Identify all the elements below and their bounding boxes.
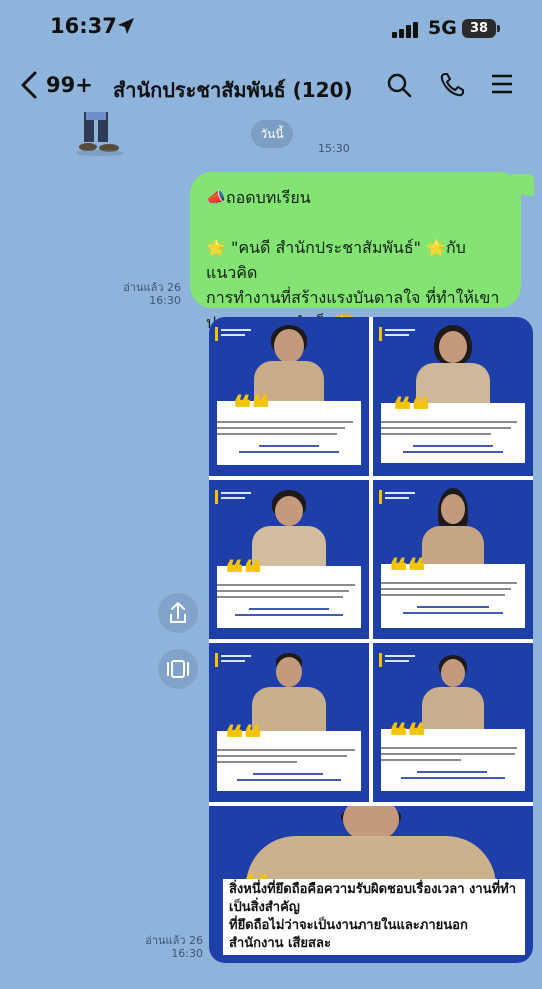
read-status: อ่านแล้ว 26 — [145, 934, 203, 947]
read-status: อ่านแล้ว 26 — [123, 281, 181, 294]
caption-line: ที่ยึดถือไม่ว่าจะเป็นงานภายในและภายนอกสำ… — [229, 918, 468, 951]
album-photo-5[interactable]: ❝❝ — [209, 643, 369, 802]
date-chip: วันนี้ — [251, 120, 293, 148]
album-photo-3[interactable]: ❝❝ — [209, 480, 369, 639]
message-line: 🌟 "คนดี สำนักประชาสัมพันธ์" 🌟กับแนวคิด — [206, 238, 466, 282]
message-time: 16:30 — [149, 294, 181, 307]
message-bubble[interactable]: 📣ถอดบทเรียน 🌟 "คนดี สำนักประชาสัมพันธ์" … — [190, 172, 521, 332]
unread-count[interactable]: 99+ — [46, 73, 93, 97]
album-photo-6[interactable]: ❝❝ — [373, 643, 533, 802]
menu-icon[interactable] — [490, 72, 514, 96]
message-line: การทำงานที่สร้างแรงบันดาลใจ ที่ทำให้เขา — [206, 288, 500, 307]
sticker-timestamp: 15:30 — [318, 142, 350, 155]
gallery-icon — [167, 660, 189, 678]
status-bar: 16:37 5G 38 — [0, 0, 542, 60]
network-type: 5G — [428, 17, 457, 39]
cellular-signal-icon — [392, 22, 418, 38]
album-photo-2[interactable]: ❝❝ — [373, 317, 533, 476]
album-photo-4[interactable]: ❝❝ — [373, 480, 533, 639]
album-photo-7[interactable]: ❝ สิ่งหนึ่งที่ยึดถือคือความรับผิดชอบเรื่… — [209, 806, 533, 963]
album-caption: สิ่งหนึ่งที่ยึดถือคือความรับผิดชอบเรื่อง… — [223, 879, 525, 955]
message-line: 📣ถอดบทเรียน — [206, 188, 311, 207]
phone-icon[interactable] — [439, 72, 465, 98]
status-time: 16:37 — [50, 14, 117, 38]
album-meta: อ่านแล้ว 26 16:30 — [140, 934, 203, 960]
share-icon — [170, 602, 186, 623]
share-button[interactable] — [158, 593, 198, 633]
photo-album[interactable]: ❝❝ ❝❝ ❝❝ ❝❝ ❝❝ ❝❝ สิ่งหนึ่งที่ยึดถือคือค… — [209, 317, 533, 963]
chat-title[interactable]: สำนักประชาสัมพันธ์ (120) — [113, 74, 353, 106]
sticker-image[interactable] — [72, 112, 132, 157]
battery-icon: 38 — [462, 19, 496, 38]
search-icon[interactable] — [386, 72, 412, 98]
back-chevron-icon[interactable] — [18, 70, 40, 100]
album-view-button[interactable] — [158, 649, 198, 689]
location-arrow-icon — [118, 18, 134, 34]
message-meta: อ่านแล้ว 26 16:30 — [118, 281, 181, 307]
album-photo-1[interactable]: ❝❝ — [209, 317, 369, 476]
album-time: 16:30 — [171, 947, 203, 960]
caption-line: สิ่งหนึ่งที่ยึดถือคือความรับผิดชอบเรื่อง… — [229, 882, 517, 915]
chat-header: 99+ สำนักประชาสัมพันธ์ (120) — [0, 60, 542, 112]
battery-cap — [497, 25, 500, 32]
